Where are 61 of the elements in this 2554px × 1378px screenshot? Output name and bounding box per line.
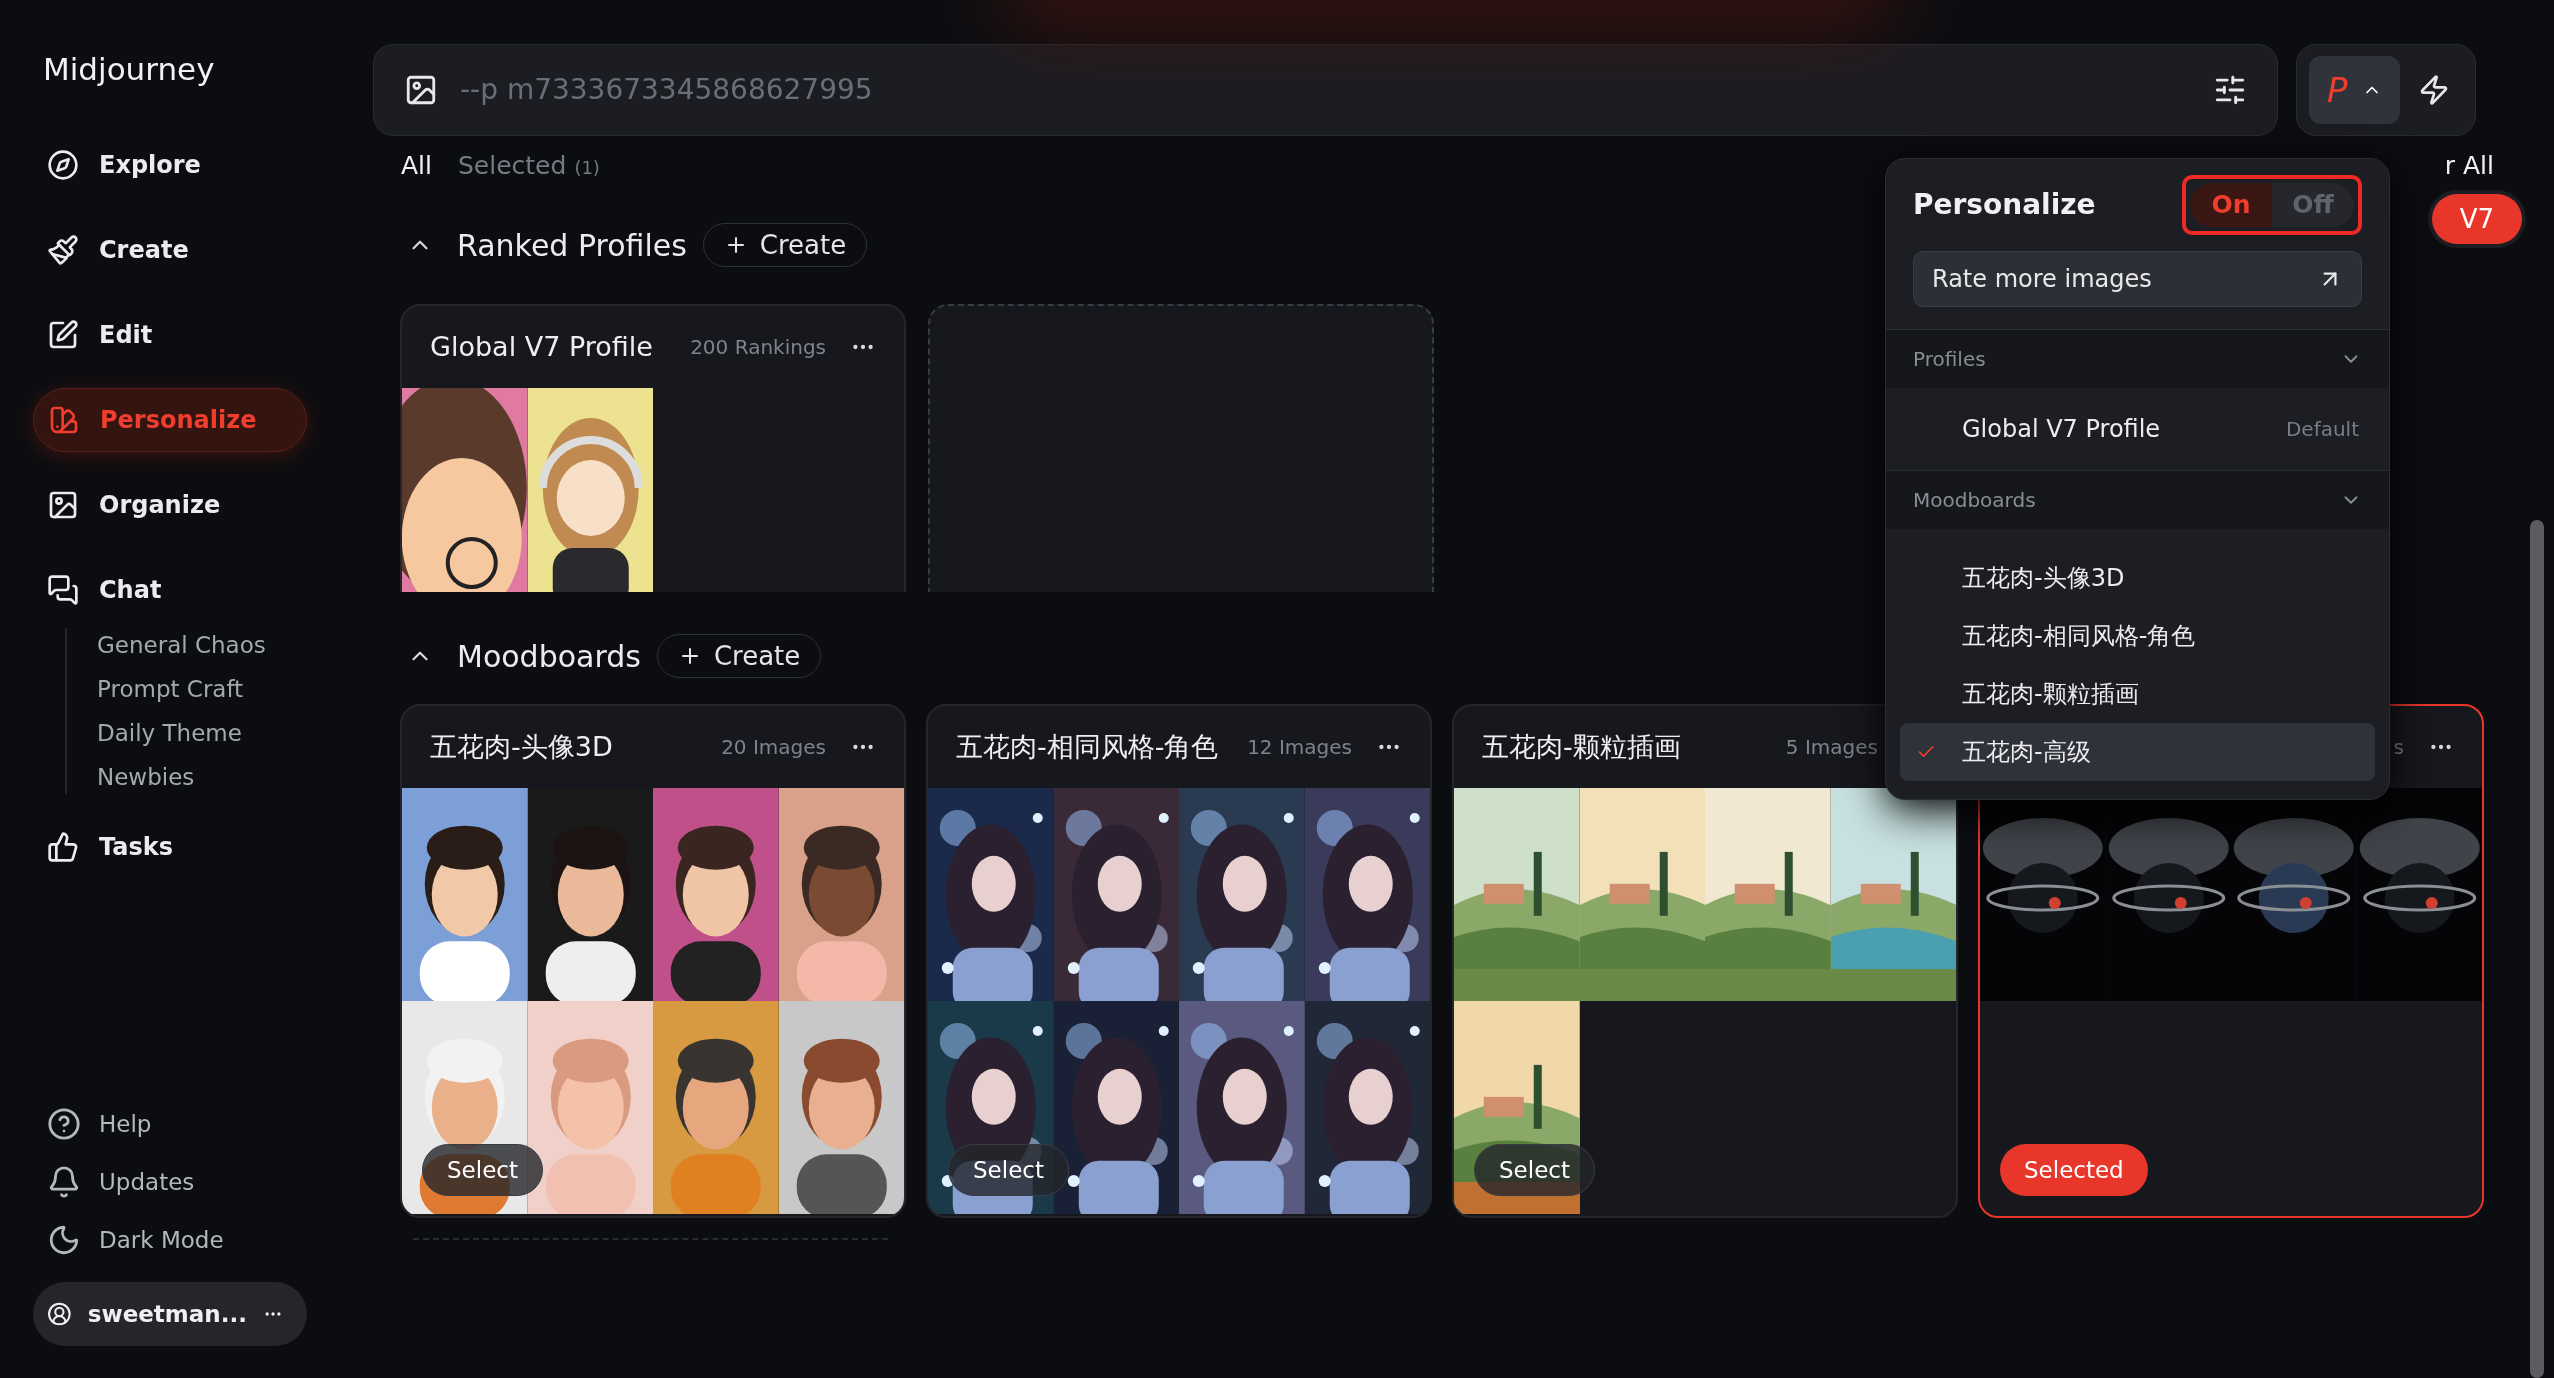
channel-link[interactable]: General Chaos [97, 627, 307, 662]
on-off-toggle[interactable]: On Off [2182, 175, 2362, 235]
edit-icon [47, 318, 79, 351]
card-count: 20 Images [721, 734, 826, 761]
card-title: Global V7 Profile [430, 329, 653, 364]
section-title: Ranked Profiles [457, 226, 687, 265]
nav-item[interactable]: Organize [33, 472, 307, 537]
card-title: 五花肉-颗粒插画 [1482, 729, 1681, 764]
dropdown-item[interactable]: 五花肉-高级 [1900, 723, 2375, 781]
channel-link[interactable]: Daily Theme [97, 715, 307, 750]
footer-nav-item[interactable]: Updates [33, 1160, 307, 1204]
dropdown-item[interactable]: 五花肉-头像3D [1900, 549, 2375, 607]
default-label: Default [2285, 416, 2359, 443]
clear-all-link[interactable]: r All [2444, 147, 2494, 185]
card-count: 12 Images [1247, 734, 1352, 761]
profile-card[interactable]: Global V7 Profile 200 Rankings [400, 304, 906, 592]
nav-item[interactable]: Personalize [33, 387, 307, 452]
nav-item[interactable]: Chat [33, 557, 307, 622]
moodboard-card[interactable]: 五花肉-相同风格-角色 12 Images Select [926, 704, 1432, 1218]
select-button[interactable]: Select [422, 1144, 543, 1196]
compass-icon [47, 148, 79, 181]
section-header[interactable]: Profiles [1886, 330, 2389, 388]
channel-link[interactable]: Newbies [97, 759, 307, 794]
nav-item[interactable]: Edit [33, 302, 307, 367]
user-menu[interactable]: sweetman... [33, 1282, 307, 1346]
thumbs-up-icon [47, 830, 79, 863]
dropdown-item[interactable]: Global V7 Profile Default [1900, 400, 2375, 458]
moodboard-card[interactable]: 五花肉-颗粒插画 5 Images Select [1452, 704, 1958, 1218]
select-button[interactable]: Select [1474, 1144, 1595, 1196]
footer-nav-item[interactable]: Help [33, 1102, 307, 1146]
settings-icon[interactable] [2213, 73, 2247, 107]
card-title: 五花肉-头像3D [430, 729, 613, 764]
toggle-option[interactable]: On [2190, 183, 2272, 227]
dropdown-item[interactable]: 五花肉-相同风格-角色 [1900, 607, 2375, 665]
help-icon [47, 1107, 81, 1141]
footer-nav-item[interactable]: Dark Mode [33, 1218, 307, 1262]
dropdown-title: Personalize [1913, 187, 2096, 223]
card-title: 五花肉-相同风格-角色 [956, 729, 1219, 764]
image-icon[interactable] [404, 73, 438, 107]
brush-icon [47, 233, 79, 266]
selected-button[interactable]: Selected [2000, 1144, 2148, 1196]
select-button[interactable]: Select [948, 1144, 1069, 1196]
channel-link[interactable]: Prompt Craft [97, 671, 307, 706]
rate-more-button[interactable]: Rate more images [1913, 251, 2362, 307]
card-count: 5 Images [1785, 734, 1878, 761]
moon-icon [47, 1223, 81, 1257]
filter-tab[interactable]: Selected (1) [458, 147, 600, 185]
user-name: sweetman... [87, 1299, 247, 1329]
nav-item[interactable]: Create [33, 217, 307, 282]
card-count: s [2393, 734, 2404, 761]
app-logo[interactable]: Midjourney [43, 46, 307, 93]
card-count: 200 Rankings [690, 334, 826, 361]
bell-icon [47, 1165, 81, 1199]
moodboard-card[interactable]: 五花肉-头像3D 20 Images Select [400, 704, 906, 1218]
filter-tab[interactable]: All [401, 147, 432, 185]
chat-icon [47, 573, 79, 606]
nav-item[interactable]: Explore [33, 132, 307, 197]
section-title: Moodboards [457, 637, 641, 676]
nav-item[interactable]: Tasks [33, 814, 307, 879]
section-header[interactable]: Moodboards [1886, 471, 2389, 529]
scrollbar[interactable] [2530, 520, 2544, 1378]
